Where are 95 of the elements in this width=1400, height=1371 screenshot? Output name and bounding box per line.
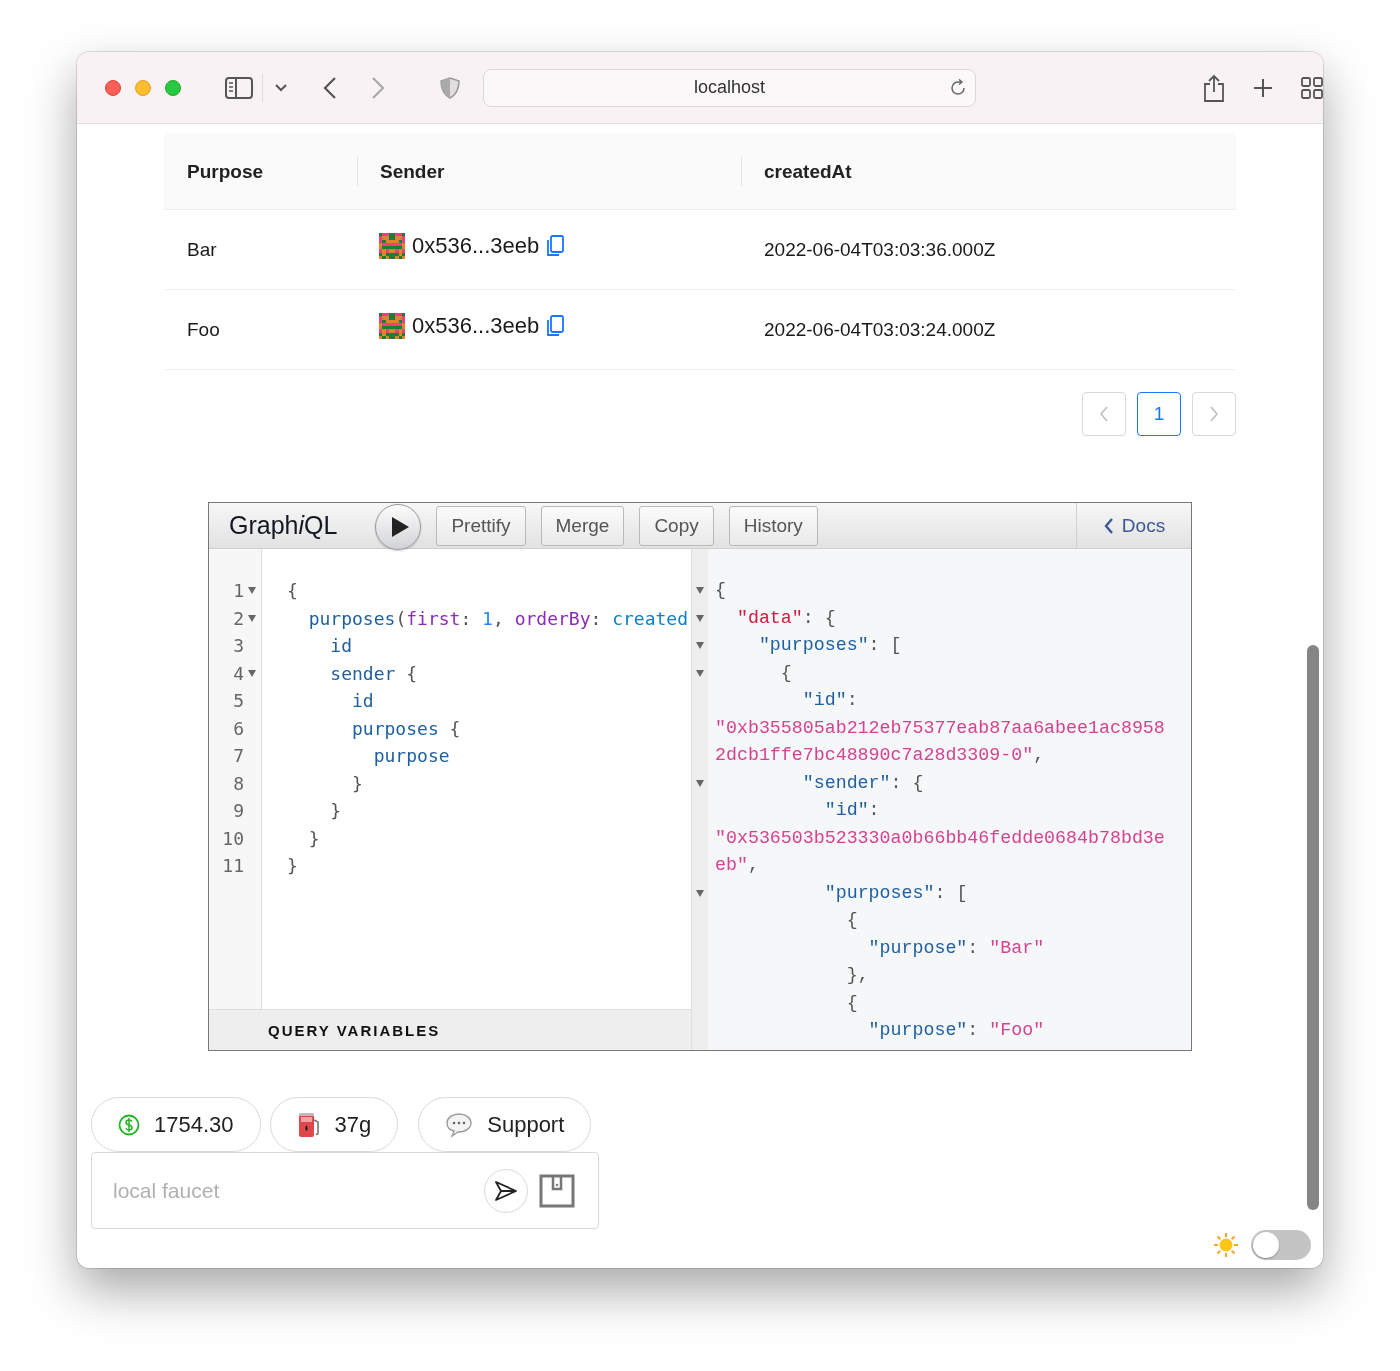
table-cell: Foo [187,318,220,341]
fold-arrow-icon[interactable] [696,779,704,787]
send-button[interactable] [484,1168,528,1213]
line-number: 8 [232,772,244,794]
column-header: Purpose [187,160,264,183]
chevron-left-icon [1099,406,1109,422]
theme-toggle[interactable] [1251,1230,1311,1260]
line-number: 10 [221,827,244,849]
zoom-button[interactable] [165,79,181,96]
close-button[interactable] [105,79,121,96]
code-line: { [287,580,298,602]
code-line: } [329,800,342,822]
play-icon [390,515,411,538]
column-header: createdAt [764,160,852,183]
fold-arrow-icon[interactable] [696,642,704,650]
copy-icon[interactable] [546,314,565,337]
support-button[interactable]: Support [418,1097,592,1152]
code-line: { [845,991,859,1015]
code-line: "id": "0x536503b523330a0b66bb46fedde0684b78bd3eeb", [715,799,1165,877]
code-line: purposes { [351,717,461,739]
faucet-field[interactable]: local faucet [91,1152,599,1229]
run-button[interactable] [375,503,422,550]
dollar-icon [118,1113,140,1136]
faucet-input[interactable]: local faucet [92,1177,475,1204]
toolbar-button[interactable]: Copy [639,505,714,546]
line-number: 3 [232,635,244,657]
code-line: }, [845,964,870,987]
scrollbar-thumb[interactable] [1307,645,1319,1210]
code-line: } [351,772,363,794]
code-line: "id": "0xb355805ab212eb75377eab87aa6abee1ac89582dcb1ffe7bc48890c7a28d3309-0", [715,689,1165,767]
new-tab-icon[interactable] [1253,77,1273,98]
balance-button[interactable]: 1754.30 [91,1097,261,1152]
blockie-avatar [379,312,405,339]
code-line: "purposes": [ [757,634,903,657]
sun-icon [1213,1232,1239,1258]
column-header: Sender [380,160,445,183]
gas-button[interactable]: 37g [269,1097,399,1152]
send-icon [494,1179,518,1202]
sidebar-icon[interactable] [225,76,253,99]
box-icon[interactable] [539,1173,575,1208]
copy-icon[interactable] [546,234,565,257]
table-cell: Bar [187,238,217,261]
blockie-avatar [379,232,405,259]
line-number: 4 [232,662,244,684]
line-number: 9 [232,800,244,822]
chevron-down-icon[interactable] [275,83,287,92]
chevron-right-icon [1209,406,1219,422]
line-number: 1 [232,580,244,602]
code-line: { [779,661,793,685]
table-cell: 2022-06-04T03:03:24.000Z [764,318,996,341]
fold-arrow-icon[interactable] [696,889,704,897]
chevron-left-icon [1102,516,1114,535]
code-line: sender { [329,662,418,684]
line-number: 7 [232,745,244,767]
code-line: } [287,855,298,877]
toolbar-button[interactable]: Prettify [436,505,526,546]
address-text: 0x536...3eeb [412,312,540,339]
toolbar-button[interactable]: Merge [540,505,625,546]
tab-overview-icon[interactable] [1301,76,1323,99]
fold-arrow-icon[interactable] [248,669,256,677]
table-cell: 2022-06-04T03:03:36.000Z [764,238,996,261]
code-line: id [329,635,353,657]
back-icon[interactable] [323,76,337,99]
toolbar-button[interactable]: History [728,505,818,546]
fuel-pump-icon [296,1111,321,1138]
line-number: 5 [232,690,244,712]
code-line: "purposes": [ [823,881,969,905]
fold-arrow-icon[interactable] [696,587,704,595]
address-field[interactable]: localhost [483,68,976,107]
code-line: "sender": { [801,771,925,795]
code-line: { [715,579,727,602]
shield-icon[interactable] [440,76,460,99]
code-line: { [845,909,859,932]
code-line: } [307,827,320,849]
reload-icon[interactable] [949,78,967,97]
line-number: 6 [232,717,244,739]
code-line: purposes(first: 1, orderBy: created [307,607,689,629]
code-line: purpose [372,745,450,767]
code-line: "purpose": "Foo" [867,1019,1046,1042]
code-line: "purpose": "Bar" [867,936,1046,960]
fold-arrow-icon[interactable] [696,669,704,677]
query-variables-header[interactable]: QUERY VARIABLES [209,1009,691,1050]
graphiql-title: GraphiQL [229,511,338,540]
speech-bubble-icon [445,1111,474,1138]
line-number: 11 [221,855,244,877]
page-button[interactable]: 1 [1137,392,1181,436]
code-line: id [351,690,374,712]
fold-arrow-icon[interactable] [248,587,256,595]
line-number: 2 [232,607,244,629]
share-icon[interactable] [1203,73,1225,102]
fold-arrow-icon[interactable] [248,614,256,622]
docs-button[interactable]: Docs [1076,503,1191,548]
address-text: 0x536...3eeb [412,232,540,259]
fold-arrow-icon[interactable] [696,614,704,622]
code-line: "data": { [735,606,837,630]
